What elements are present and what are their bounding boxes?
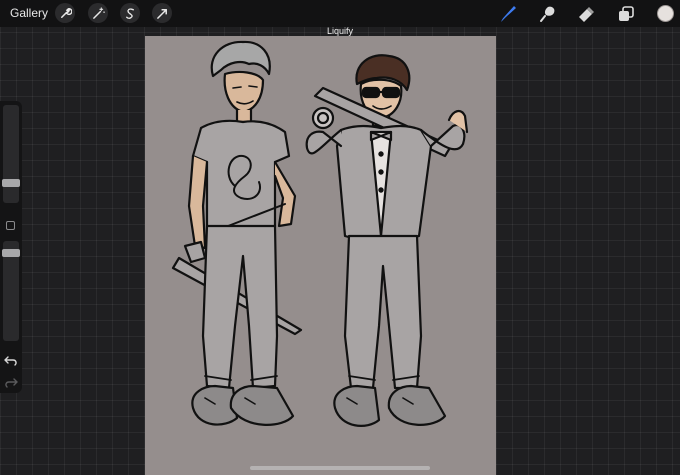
layers-icon[interactable] (616, 4, 636, 24)
left-sidebar (0, 101, 22, 393)
top-toolbar: Gallery (0, 0, 680, 27)
selection-s-icon[interactable] (120, 3, 140, 23)
liquify-mode-label: Liquify (326, 26, 353, 36)
brush-icon[interactable] (498, 4, 518, 24)
opacity-thumb[interactable] (2, 249, 20, 257)
redo-icon[interactable] (4, 375, 18, 388)
opacity-slider[interactable] (2, 241, 20, 341)
artwork-illustration (171, 40, 469, 427)
wrench-icon[interactable] (55, 3, 75, 23)
smudge-icon[interactable] (537, 4, 557, 24)
color-picker-button[interactable] (657, 5, 674, 22)
brush-size-slider[interactable] (2, 105, 20, 203)
brush-size-thumb[interactable] (2, 179, 20, 187)
drawing-canvas[interactable] (145, 36, 496, 475)
transform-arrow-icon[interactable] (152, 3, 172, 23)
eraser-icon[interactable] (576, 4, 596, 24)
modify-square-icon[interactable] (6, 221, 15, 230)
home-indicator (250, 466, 430, 470)
gallery-button[interactable]: Gallery (10, 6, 48, 20)
undo-icon[interactable] (4, 353, 18, 366)
magic-wand-icon[interactable] (88, 3, 108, 23)
